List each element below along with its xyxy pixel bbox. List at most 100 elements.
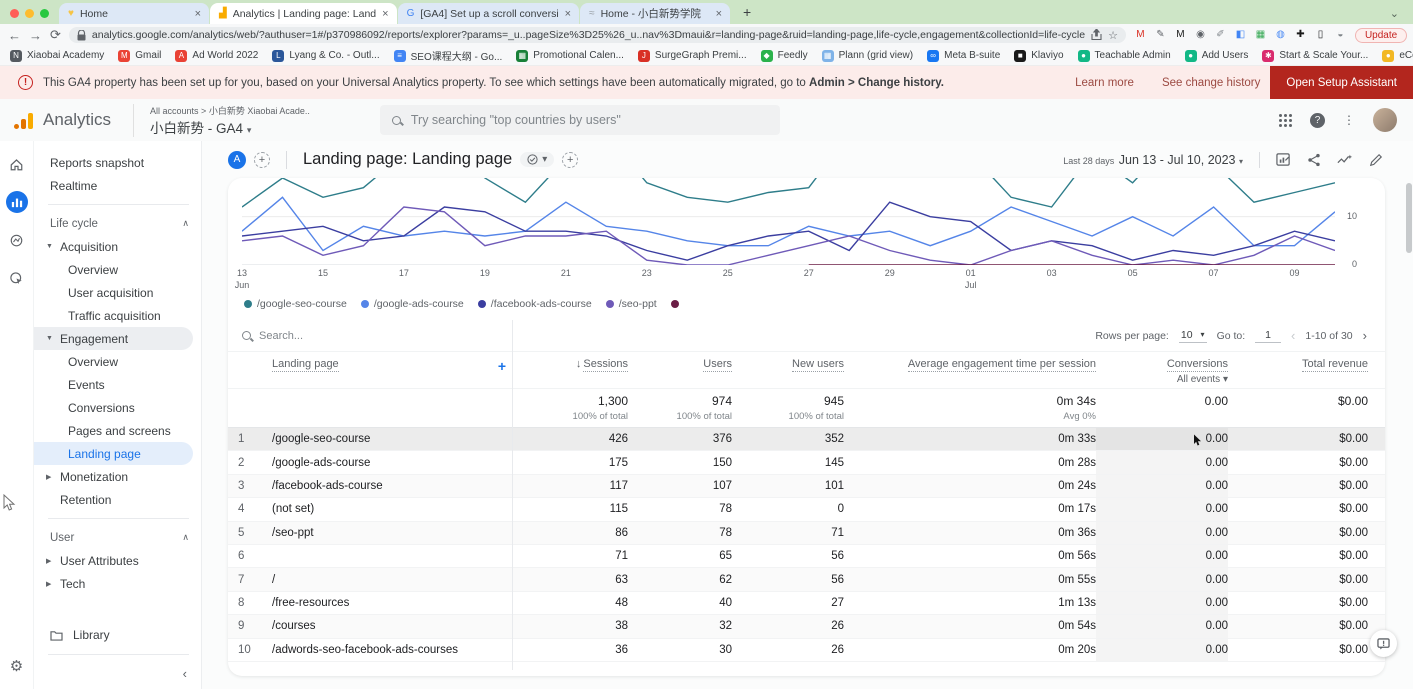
- back-icon[interactable]: ←: [8, 28, 21, 43]
- bookmark-item[interactable]: ●Add Users: [1185, 50, 1249, 62]
- bookmark-item[interactable]: MGmail: [118, 50, 161, 62]
- table-row[interactable]: 7/6362560m 55s0.00$0.00: [228, 568, 1385, 591]
- help-icon[interactable]: ?: [1310, 113, 1325, 128]
- extension-icon[interactable]: ✐: [1214, 29, 1227, 42]
- add-column-icon[interactable]: +: [498, 358, 506, 374]
- sidebar-item-acquisition[interactable]: ▼Acquisition: [34, 235, 201, 258]
- legend-item[interactable]: /google-seo-course: [244, 298, 347, 310]
- sidebar-item-tech[interactable]: ▶Tech: [34, 572, 201, 595]
- date-range-selector[interactable]: Jun 13 - Jul 10, 2023 ▾: [1119, 153, 1243, 167]
- legend-item[interactable]: /facebook-ads-course: [478, 298, 592, 310]
- chrome-update-button[interactable]: Update: [1355, 28, 1407, 43]
- expand-arrow-icon[interactable]: ▼: [46, 335, 60, 342]
- learn-more-link[interactable]: Learn more: [1075, 77, 1134, 89]
- sidebar-item-monetization[interactable]: ▶Monetization: [34, 465, 201, 488]
- extension-icon[interactable]: M: [1134, 29, 1147, 42]
- see-change-history-link[interactable]: See change history: [1162, 77, 1260, 89]
- extension-icon[interactable]: M: [1174, 29, 1187, 42]
- sidebar-item-events[interactable]: Events: [34, 373, 201, 396]
- minimize-window-button[interactable]: [25, 9, 34, 18]
- bookmark-item[interactable]: ▦Promotional Calen...: [516, 50, 624, 62]
- table-row[interactable]: 4(not set)1157800m 17s0.00$0.00: [228, 498, 1385, 521]
- column-header-total-revenue[interactable]: Total revenue: [1228, 358, 1368, 370]
- extension-icon[interactable]: ✎: [1154, 29, 1167, 42]
- header-search-input[interactable]: Try searching "top countries by users": [380, 105, 780, 135]
- bookmark-star-icon[interactable]: ☆: [1108, 29, 1118, 42]
- insights-icon[interactable]: [1337, 153, 1353, 167]
- browser-tab[interactable]: G[GA4] Set up a scroll conversi×: [398, 3, 580, 24]
- property-selector[interactable]: 小白新势 - GA4 ▾: [150, 117, 310, 137]
- column-header-conversions[interactable]: ConversionsAll events ▾: [1096, 358, 1228, 385]
- table-row[interactable]: 2/google-ads-course1751501450m 28s0.00$0…: [228, 451, 1385, 474]
- browser-tab[interactable]: ♥Home×: [59, 3, 209, 24]
- user-avatar[interactable]: [1373, 108, 1397, 132]
- collapse-section-icon[interactable]: ∧: [182, 218, 189, 229]
- table-row[interactable]: 5/seo-ppt8678710m 36s0.00$0.00: [228, 522, 1385, 545]
- column-header-landing-page[interactable]: Landing page+: [262, 358, 512, 374]
- legend-item[interactable]: /seo-ppt: [606, 298, 657, 310]
- extension-icon[interactable]: ▦: [1254, 29, 1267, 42]
- bookmark-item[interactable]: AAd World 2022: [175, 50, 258, 62]
- google-apps-icon[interactable]: [1279, 114, 1292, 127]
- sidebar-item-realtime[interactable]: Realtime: [34, 174, 201, 197]
- add-filter-icon[interactable]: +: [562, 152, 578, 168]
- bookmark-item[interactable]: ✱Start & Scale Your...: [1262, 50, 1368, 62]
- bookmark-item[interactable]: ∞Meta B-suite: [927, 50, 1000, 62]
- customize-report-icon[interactable]: [1276, 152, 1291, 167]
- conversions-event-selector[interactable]: All events ▾: [1096, 374, 1228, 385]
- extension-icon[interactable]: ◧: [1234, 29, 1247, 42]
- tab-search-chevron-icon[interactable]: ⌄: [1390, 7, 1413, 20]
- table-row[interactable]: 67165560m 56s0.00$0.00: [228, 545, 1385, 568]
- tab-close-icon[interactable]: ×: [565, 8, 571, 20]
- extension-icon[interactable]: ◒: [1334, 29, 1347, 42]
- table-search-input[interactable]: Search...: [259, 330, 303, 342]
- home-nav-icon[interactable]: [6, 153, 28, 175]
- table-row[interactable]: 1/google-seo-course4263763520m 33s0.00$0…: [228, 428, 1385, 451]
- bookmark-item[interactable]: ■Klaviyo: [1014, 50, 1063, 62]
- close-window-button[interactable]: [10, 9, 19, 18]
- next-page-icon[interactable]: ›: [1363, 328, 1367, 343]
- reports-nav-icon[interactable]: [6, 191, 28, 213]
- sidebar-item-reports-snapshot[interactable]: Reports snapshot: [34, 151, 201, 174]
- expand-arrow-icon[interactable]: ▶: [46, 557, 60, 565]
- open-setup-assistant-button[interactable]: Open Setup Assistant: [1270, 66, 1413, 99]
- sidebar-item-library[interactable]: Library: [34, 623, 201, 647]
- sidebar-item-retention[interactable]: Retention: [34, 488, 201, 511]
- expand-arrow-icon[interactable]: ▶: [46, 473, 60, 481]
- page-scrollbar[interactable]: [1406, 183, 1412, 253]
- goto-page-input[interactable]: 1: [1255, 329, 1281, 343]
- table-row[interactable]: 8/free-resources4840271m 13s0.00$0.00: [228, 592, 1385, 615]
- tab-close-icon[interactable]: ×: [382, 8, 388, 20]
- legend-item[interactable]: [671, 300, 679, 308]
- rows-per-page-select[interactable]: 10▾: [1179, 329, 1207, 343]
- sidebar-item-overview[interactable]: Overview: [34, 350, 201, 373]
- legend-item[interactable]: /google-ads-course: [361, 298, 464, 310]
- new-tab-button[interactable]: +: [737, 2, 757, 22]
- column-header-new_users[interactable]: New users: [732, 358, 844, 370]
- feedback-button[interactable]: [1370, 630, 1397, 657]
- extension-icon[interactable]: ▯: [1314, 29, 1327, 42]
- tab-close-icon[interactable]: ×: [716, 8, 722, 20]
- bookmark-item[interactable]: LLyang & Co. - Outl...: [272, 50, 379, 62]
- table-row[interactable]: 9/courses3832260m 54s0.00$0.00: [228, 615, 1385, 638]
- explore-nav-icon[interactable]: [6, 229, 28, 251]
- sidebar-item-traffic-acquisition[interactable]: Traffic acquisition: [34, 304, 201, 327]
- sidebar-item-user-attributes[interactable]: ▶User Attributes: [34, 549, 201, 572]
- collapse-section-icon[interactable]: ∧: [182, 532, 189, 543]
- tab-close-icon[interactable]: ×: [195, 8, 201, 20]
- bookmark-item[interactable]: ●eCommerce Case...: [1382, 50, 1413, 62]
- sidebar-item-user-acquisition[interactable]: User acquisition: [34, 281, 201, 304]
- bookmark-item[interactable]: ◆Feedly: [761, 50, 808, 62]
- sidebar-item-engagement[interactable]: ▼Engagement: [34, 327, 193, 350]
- add-comparison-icon[interactable]: +: [254, 152, 270, 168]
- column-header-sessions[interactable]: ↓Sessions: [512, 358, 628, 370]
- sidebar-item-conversions[interactable]: Conversions: [34, 396, 201, 419]
- comparison-chip[interactable]: A: [228, 151, 246, 169]
- analytics-logo-icon[interactable]: [14, 111, 33, 129]
- bookmark-item[interactable]: ≡SEO课程大纲 - Go...: [394, 48, 503, 63]
- expand-arrow-icon[interactable]: ▶: [46, 580, 60, 588]
- extension-icon[interactable]: ◉: [1194, 29, 1207, 42]
- url-bar[interactable]: analytics.google.com/analytics/web/?auth…: [69, 27, 1126, 43]
- sidebar-item-overview[interactable]: Overview: [34, 258, 201, 281]
- admin-gear-icon[interactable]: ⚙: [10, 657, 23, 675]
